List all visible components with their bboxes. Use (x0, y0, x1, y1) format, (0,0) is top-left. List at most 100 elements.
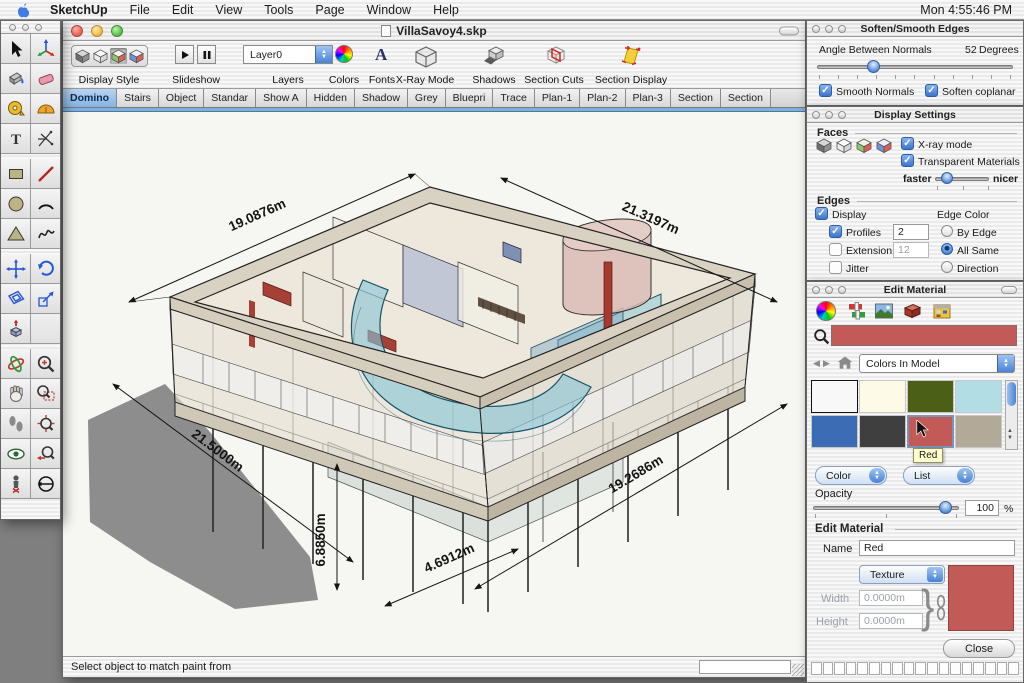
sliders-icon[interactable] (846, 300, 868, 322)
tool-zoom[interactable] (31, 349, 60, 378)
menu-view[interactable]: View (204, 0, 253, 20)
tab-trace[interactable]: Trace (493, 89, 534, 107)
list-dropdown[interactable]: List▲▼ (903, 466, 975, 485)
tab-plan-3[interactable]: Plan-3 (626, 89, 671, 107)
swatch-palette-icon[interactable] (931, 300, 953, 322)
tool-zoom-window[interactable] (31, 379, 60, 408)
display-settings-title-bar[interactable]: Display Settings (807, 107, 1023, 123)
height-field[interactable]: 0.0000m (859, 613, 923, 629)
hidden-line-mode-button[interactable] (92, 48, 109, 64)
close-button[interactable] (71, 25, 83, 37)
tool-orbit[interactable] (1, 349, 30, 378)
all-same-radio[interactable] (941, 243, 953, 255)
tool-rectangle[interactable] (1, 159, 30, 188)
material-library-dropdown[interactable]: Colors In Model▲▼ (859, 354, 1015, 373)
forward-arrow-icon[interactable]: ▶ (823, 358, 830, 369)
width-field[interactable]: 0.0000m (859, 590, 923, 606)
profiles-checkbox[interactable]: ✓ (829, 225, 842, 238)
tool-move-object[interactable] (1, 254, 30, 283)
colors-wheel-icon[interactable] (335, 45, 353, 63)
play-slideshow-button[interactable] (175, 45, 194, 64)
face-style-shaded-icon[interactable] (855, 138, 873, 154)
tab-plan-2[interactable]: Plan-2 (580, 89, 625, 107)
back-arrow-icon[interactable]: ◀ (813, 358, 820, 369)
active-material-bar[interactable] (831, 325, 1017, 346)
tool-scale[interactable] (31, 284, 60, 313)
opacity-slider[interactable] (813, 506, 959, 510)
swatch-taupe[interactable] (955, 415, 1002, 448)
tool-push-pull[interactable] (1, 314, 30, 343)
soften-title-bar[interactable]: Soften/Smooth Edges (807, 21, 1023, 37)
swatch-dark-green[interactable] (907, 380, 954, 413)
chain-link-icon[interactable] (935, 594, 947, 622)
image-texture-icon[interactable] (873, 300, 895, 322)
shaded-mode-button[interactable] (110, 48, 127, 64)
tool-text[interactable]: T (1, 124, 30, 153)
opacity-field[interactable]: 100 (965, 500, 999, 516)
tool-freehand[interactable] (31, 219, 60, 248)
tool-eraser[interactable] (31, 64, 60, 93)
tool-offset[interactable] (1, 284, 30, 313)
scroll-arrows-icon[interactable]: ▲▼ (1007, 428, 1013, 442)
swatch-white[interactable] (811, 380, 858, 413)
rollup-widget[interactable] (1001, 286, 1017, 294)
section-cuts-icon[interactable] (543, 45, 567, 67)
color-dropdown[interactable]: Color▲▼ (815, 466, 887, 485)
swatch-blue[interactable] (811, 415, 858, 448)
edges-display-checkbox[interactable]: ✓ (815, 207, 828, 220)
secondary-swatch-strip[interactable] (811, 662, 1019, 675)
tab-section-2[interactable]: Section (721, 89, 771, 107)
tool-paint-bucket[interactable] (1, 64, 30, 93)
wireframe-mode-button[interactable] (74, 48, 91, 64)
by-edge-radio[interactable] (941, 225, 953, 237)
swatch-light-blue[interactable] (955, 380, 1002, 413)
quality-slider-thumb[interactable] (941, 172, 953, 184)
menu-tools[interactable]: Tools (253, 0, 304, 20)
viewport-canvas[interactable]: 19.0876m 21.3197m 21.5000m 6.8850m 4.691… (63, 112, 805, 656)
opacity-slider-thumb[interactable] (939, 501, 952, 514)
edit-material-title-bar[interactable]: Edit Material (807, 282, 1023, 298)
menu-sketchup[interactable]: SketchUp (39, 0, 119, 20)
tab-show-a[interactable]: Show A (256, 89, 307, 107)
face-style-hidden-line-icon[interactable] (835, 138, 853, 154)
tool-line[interactable] (31, 159, 60, 188)
resize-grip[interactable] (792, 664, 804, 676)
tab-plan-1[interactable]: Plan-1 (535, 89, 580, 107)
tool-rotate[interactable] (31, 254, 60, 283)
palette-title-bar[interactable] (1, 21, 60, 34)
zoom-button[interactable] (111, 25, 123, 37)
section-display-icon[interactable] (619, 45, 643, 67)
tab-grey[interactable]: Grey (408, 89, 446, 107)
pause-slideshow-button[interactable] (197, 45, 216, 64)
minimize-button[interactable] (91, 25, 103, 37)
tool-zoom-previous[interactable] (31, 439, 60, 468)
home-icon[interactable] (836, 354, 854, 372)
soften-coplanar-checkbox[interactable]: ✓ (925, 84, 938, 97)
menu-edit[interactable]: Edit (161, 0, 205, 20)
swatch-cream[interactable] (859, 380, 906, 413)
tab-hidden[interactable]: Hidden (307, 89, 355, 107)
face-style-textured-icon[interactable] (875, 138, 893, 154)
tool-move[interactable] (31, 34, 60, 63)
tab-stairs[interactable]: Stairs (117, 89, 159, 107)
close-button[interactable]: Close (943, 639, 1015, 658)
tool-polygon[interactable] (1, 219, 30, 248)
face-style-wireframe-icon[interactable] (815, 138, 833, 154)
tab-standar[interactable]: Standar (204, 89, 256, 107)
smooth-normals-checkbox[interactable]: ✓ (819, 84, 832, 97)
direction-radio[interactable] (941, 261, 953, 273)
menu-page[interactable]: Page (304, 0, 355, 20)
title-bar[interactable]: VillaSavoy4.skp (63, 21, 805, 41)
tool-pan[interactable] (1, 379, 30, 408)
tool-arc[interactable] (31, 189, 60, 218)
tool-walk[interactable] (1, 409, 30, 438)
tool-axes[interactable] (31, 124, 60, 153)
tool-protractor[interactable] (31, 94, 60, 123)
measurements-box[interactable] (699, 660, 791, 674)
menu-file[interactable]: File (119, 0, 161, 20)
tool-circle[interactable] (1, 189, 30, 218)
extension-field[interactable]: 12 (893, 242, 929, 258)
extension-checkbox[interactable]: ✓ (829, 243, 842, 256)
layers-dropdown[interactable]: Layer0▲▼ (243, 45, 333, 64)
fonts-icon[interactable]: A (375, 45, 387, 65)
